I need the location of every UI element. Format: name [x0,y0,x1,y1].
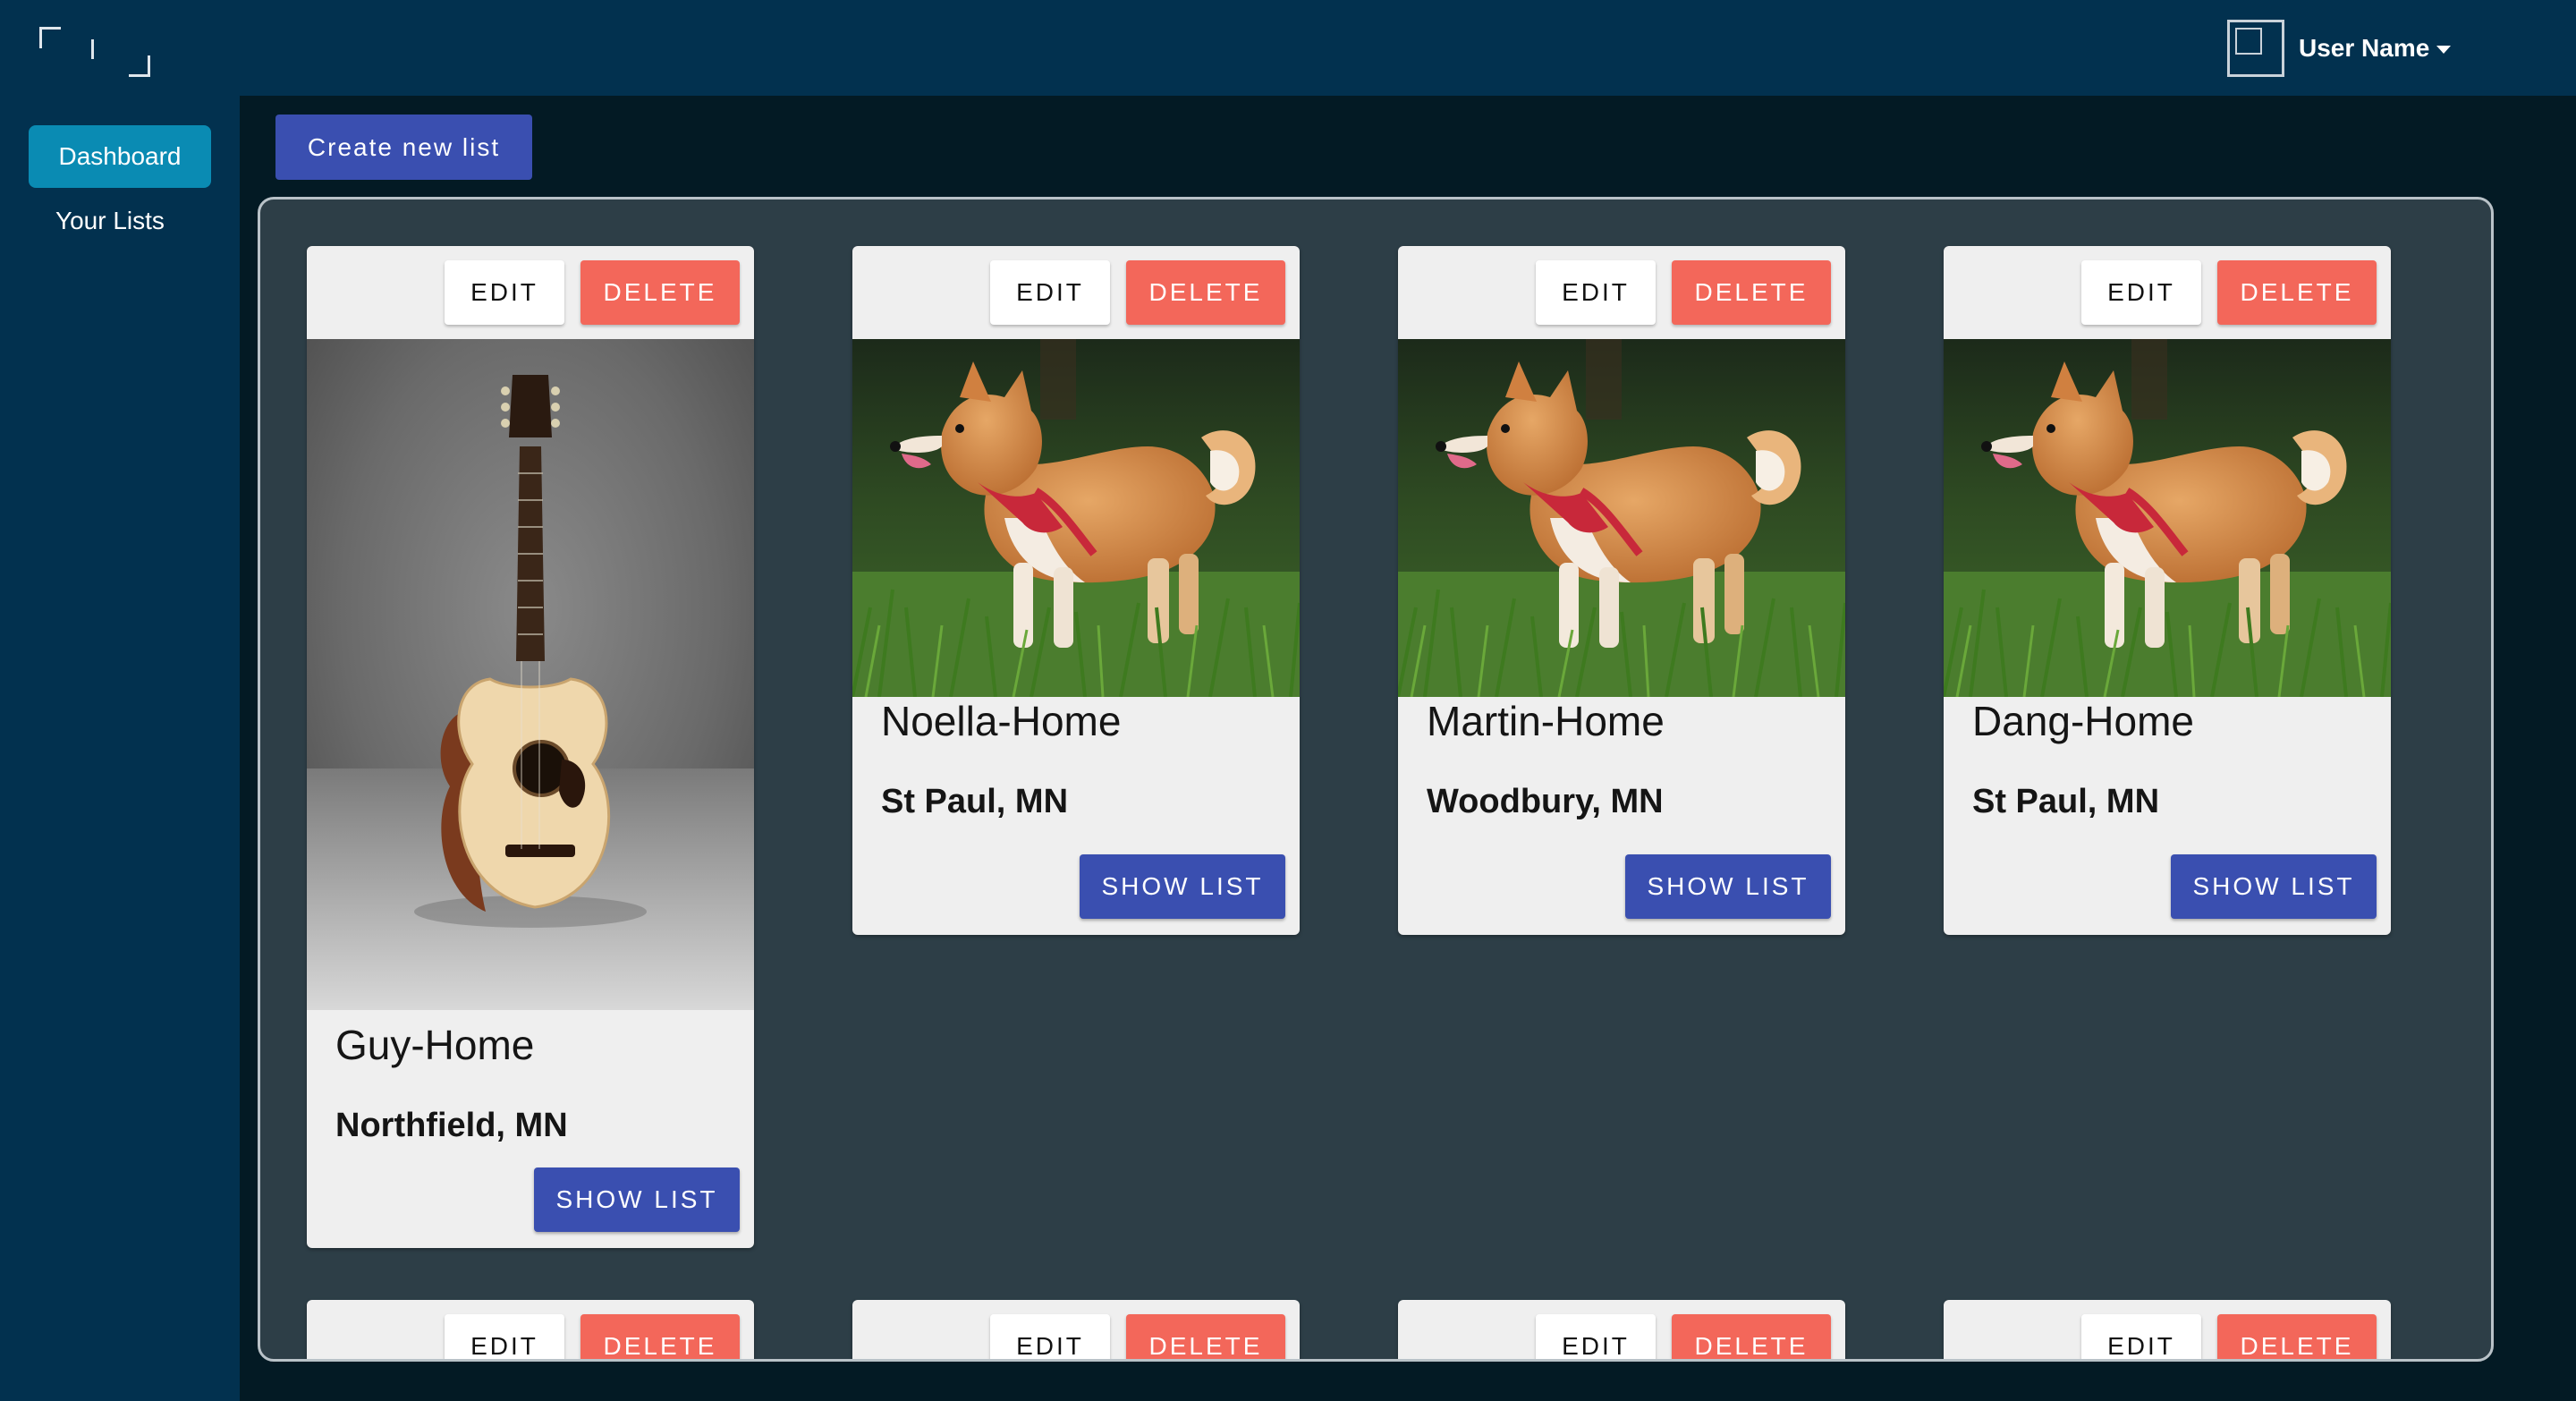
list-card: EDIT DELETE Noella-Home St Paul, MN SHOW… [852,246,1300,935]
app-logo[interactable] [39,27,150,77]
card-actions: EDIT DELETE [1944,1300,2391,1359]
card-actions: EDIT DELETE [307,246,754,339]
list-title: Noella-Home [881,698,1122,744]
chevron-down-icon[interactable] [2436,45,2452,54]
delete-button[interactable]: DELETE [580,260,740,325]
list-title: Dang-Home [1972,698,2194,744]
delete-button[interactable]: DELETE [580,1314,740,1359]
list-card: EDIT DELETE [1944,1300,2391,1359]
delete-button[interactable]: DELETE [1672,1314,1831,1359]
show-list-button[interactable]: SHOW LIST [2171,854,2377,919]
dog-image [1398,339,1845,697]
user-name[interactable]: User Name [2299,34,2429,63]
edit-button[interactable]: EDIT [2081,1314,2201,1359]
card-actions: EDIT DELETE [307,1300,754,1359]
delete-button[interactable]: DELETE [2217,260,2377,325]
delete-button[interactable]: DELETE [1672,260,1831,325]
edit-button[interactable]: EDIT [445,1314,564,1359]
dog-image [1944,339,2391,697]
delete-button[interactable]: DELETE [1126,1314,1285,1359]
card-actions: EDIT DELETE [1398,1300,1845,1359]
list-card: EDIT DELETE [852,1300,1300,1359]
avatar[interactable] [2227,20,2284,77]
delete-button[interactable]: DELETE [2217,1314,2377,1359]
card-actions: EDIT DELETE [1944,246,2391,339]
edit-button[interactable]: EDIT [990,260,1110,325]
list-location: Woodbury, MN [1427,783,1664,820]
edit-button[interactable]: EDIT [1536,260,1656,325]
list-card: EDIT DELETE Dang-Home St Paul, MN SHOW L… [1944,246,2391,935]
show-list-button[interactable]: SHOW LIST [534,1168,740,1232]
card-actions: EDIT DELETE [852,246,1300,339]
create-new-list-button[interactable]: Create new list [275,115,532,180]
delete-button[interactable]: DELETE [1126,260,1285,325]
user-menu[interactable]: User Name [2227,20,2452,77]
show-list-button[interactable]: SHOW LIST [1625,854,1831,919]
lists-panel: EDIT DELETE Guy-Home Northfield, MN SHOW… [258,197,2494,1362]
edit-button[interactable]: EDIT [445,260,564,325]
list-location: St Paul, MN [881,783,1069,820]
card-actions: EDIT DELETE [1398,246,1845,339]
edit-button[interactable]: EDIT [1536,1314,1656,1359]
list-card: EDIT DELETE [307,1300,754,1359]
card-actions: EDIT DELETE [852,1300,1300,1359]
sidebar: Dashboard Your Lists [0,96,240,1401]
list-location: St Paul, MN [1972,783,2160,820]
guitar-image [307,339,754,1010]
list-card: EDIT DELETE Martin-Home Woodbury, MN SHO… [1398,246,1845,935]
show-list-button[interactable]: SHOW LIST [1080,854,1285,919]
edit-button[interactable]: EDIT [990,1314,1110,1359]
list-location: Northfield, MN [335,1107,568,1144]
list-card: EDIT DELETE [307,246,754,1248]
sidebar-item-dashboard[interactable]: Dashboard [29,125,211,188]
dog-image [852,339,1300,697]
list-card: EDIT DELETE [1398,1300,1845,1359]
list-title: Guy-Home [335,1022,535,1068]
top-bar: User Name [0,0,2576,96]
list-title: Martin-Home [1427,698,1665,744]
sidebar-item-your-lists[interactable]: Your Lists [29,190,199,252]
edit-button[interactable]: EDIT [2081,260,2201,325]
